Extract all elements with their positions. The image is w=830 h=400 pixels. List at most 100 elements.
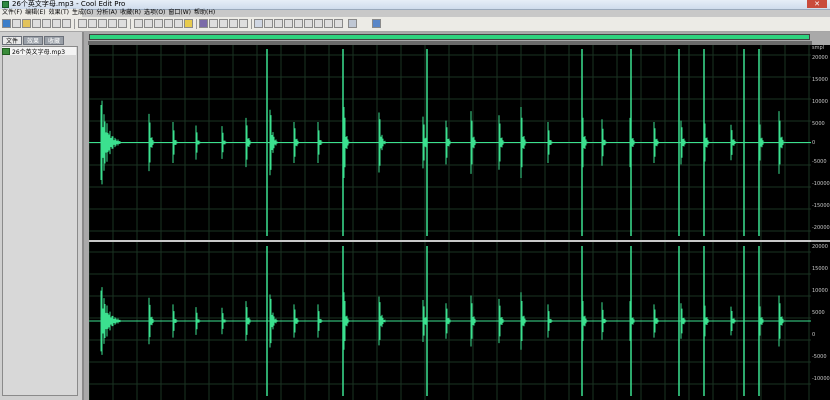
toolbar	[0, 17, 830, 32]
zoom-selection-button[interactable]	[304, 19, 313, 28]
left-channel-waveform[interactable]	[89, 45, 811, 240]
ruler-label: 15000	[812, 266, 828, 272]
pencil-tool-button[interactable]	[199, 19, 208, 28]
ruler-label: 20000	[812, 55, 828, 61]
waveform-burst	[293, 122, 300, 163]
waveform-burst	[680, 120, 687, 165]
menu-file[interactable]: 文件(F)	[2, 9, 22, 17]
waveform-burst	[195, 125, 201, 160]
ruler-label: -10000	[812, 181, 830, 187]
waveform-view-button[interactable]	[254, 19, 263, 28]
panel-tabs: 文件 效果 收藏	[2, 36, 65, 45]
menu-favorites[interactable]: 收藏(R)	[120, 9, 141, 17]
menu-analyze[interactable]: 分析(A)	[96, 9, 117, 17]
ruler-label: 5000	[812, 121, 825, 127]
zoom-left-button[interactable]	[314, 19, 323, 28]
ruler-label: -15000	[812, 203, 830, 209]
ruler-label: 0	[812, 332, 816, 338]
window-title: 26个英文字母.mp3 - Cool Edit Pro	[12, 0, 126, 8]
zoom-full-button[interactable]	[294, 19, 303, 28]
ruler-label: 20000	[812, 244, 828, 250]
waveform-burst	[498, 115, 505, 170]
audio-file-icon	[2, 47, 10, 55]
channel-right[interactable]	[89, 242, 811, 400]
close-button[interactable]: ✕	[807, 0, 827, 8]
toggle-view-button[interactable]	[2, 19, 11, 28]
waveform-burst	[343, 292, 350, 350]
tab-favorites[interactable]: 收藏	[44, 36, 65, 45]
tab-effects[interactable]: 效果	[23, 36, 44, 45]
menu-generate[interactable]: 生成(G)	[72, 9, 93, 17]
waveform-burst	[148, 113, 155, 172]
overview-range[interactable]	[90, 35, 809, 39]
paste-button[interactable]	[98, 19, 107, 28]
ruler-label: 5000	[812, 310, 825, 316]
right-channel-waveform[interactable]	[89, 242, 811, 400]
waveform-burst	[680, 303, 687, 339]
waveform-burst	[520, 107, 527, 178]
waveform-burst	[221, 307, 227, 335]
waveform-burst	[653, 304, 660, 338]
ruler-label: -10000	[812, 376, 830, 382]
mix-paste-button[interactable]	[108, 19, 117, 28]
channel-left[interactable]	[89, 45, 811, 240]
waveform-burst	[343, 107, 350, 178]
new-file-button[interactable]	[12, 19, 21, 28]
waveform-burst	[172, 122, 178, 163]
waveform-editor: smpl 20000 15000 10000 5000 0 -5000 -100…	[84, 32, 830, 400]
copy-button[interactable]	[88, 19, 97, 28]
waveform-burst	[100, 287, 121, 355]
menu-options[interactable]: 选项(O)	[144, 9, 165, 17]
ruler-label: 15000	[812, 77, 828, 83]
tab-files[interactable]: 文件	[2, 36, 23, 45]
file-list-item[interactable]: 26个英文字母.mp3	[2, 47, 76, 56]
waveform-burst	[221, 126, 227, 159]
zoom-out-button[interactable]	[284, 19, 293, 28]
close-file-button[interactable]	[52, 19, 61, 28]
waveform-burst	[293, 304, 300, 338]
lasso-button[interactable]	[239, 19, 248, 28]
record-settings-button[interactable]	[348, 19, 357, 28]
delete-button[interactable]	[118, 19, 127, 28]
spectral-button[interactable]	[219, 19, 228, 28]
ruler-label: 0	[812, 140, 816, 146]
favorites-button[interactable]	[184, 19, 193, 28]
zoom-vertical-button[interactable]	[334, 19, 343, 28]
mute-button[interactable]	[154, 19, 163, 28]
waveform-burst	[730, 124, 737, 161]
ruler-label: 10000	[812, 288, 828, 294]
zoom-right-button[interactable]	[324, 19, 333, 28]
file-name: 26个英文字母.mp3	[12, 48, 66, 56]
waveform-burst	[378, 296, 386, 346]
zoom-in-button[interactable]	[274, 19, 283, 28]
menu-edit[interactable]: 编辑(E)	[25, 9, 45, 17]
menu-window[interactable]: 窗口(W)	[168, 9, 191, 17]
waveform-burst	[730, 306, 737, 336]
undo-button[interactable]	[62, 19, 71, 28]
time-selection-button[interactable]	[209, 19, 218, 28]
spectral-view-button[interactable]	[264, 19, 273, 28]
ruler-label: -20000	[812, 225, 830, 231]
file-list	[2, 46, 78, 396]
overview-bar[interactable]	[89, 34, 810, 40]
menu-bar: 文件(F) 编辑(E) 效果(T) 生成(G) 分析(A) 收藏(R) 选项(O…	[0, 9, 215, 17]
waveform-burst	[172, 304, 178, 338]
amplitude-ruler-left: smpl 20000 15000 10000 5000 0 -5000 -100…	[811, 45, 830, 240]
marquee-button[interactable]	[229, 19, 238, 28]
trim-button[interactable]	[134, 19, 143, 28]
ruler-label: smpl	[812, 45, 825, 51]
waveform-burst	[547, 304, 553, 338]
waveform-burst	[245, 301, 252, 341]
amplify-button[interactable]	[164, 19, 173, 28]
ruler-label: 10000	[812, 99, 828, 105]
ruler-label: -5000	[812, 159, 827, 165]
save-button[interactable]	[32, 19, 41, 28]
save-all-button[interactable]	[42, 19, 51, 28]
menu-help[interactable]: 帮助(H)	[194, 9, 215, 17]
menu-effects[interactable]: 效果(T)	[49, 9, 69, 17]
select-all-button[interactable]	[144, 19, 153, 28]
normalize-button[interactable]	[174, 19, 183, 28]
waveform-burst	[100, 100, 121, 185]
cut-button[interactable]	[78, 19, 87, 28]
open-file-button[interactable]	[22, 19, 31, 28]
